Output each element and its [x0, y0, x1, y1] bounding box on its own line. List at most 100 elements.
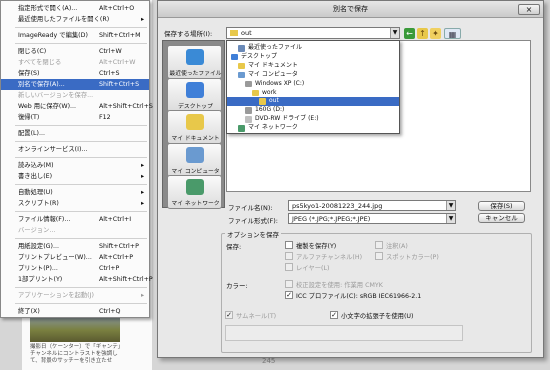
location-item-label: マイ コンピュータ — [248, 70, 298, 78]
menu-item[interactable]: アプリケーションを起動(J) ▸ — [1, 290, 149, 301]
place-recent-files[interactable]: 最近使ったファイル — [167, 45, 222, 79]
menu-item-label: 最近使用したファイルを開く(R) — [18, 16, 110, 23]
save-copy-checkbox[interactable] — [285, 241, 293, 249]
location-item-label: 160G (D:) — [255, 106, 285, 114]
thumbnail-checkbox[interactable]: ✓ — [225, 311, 233, 319]
menu-item[interactable]: 閉じる(C) Ctrl+W — [1, 46, 149, 57]
menu-item[interactable]: 自動処理(U) ▸ — [1, 187, 149, 198]
menu-item-shortcut: Alt+Shift+Ctrl+P — [99, 276, 153, 283]
document-caption: 撮影日（ケーンター）で「ギャンテ」チャンネルにコントラストを強調して、背景のサッ… — [30, 344, 124, 364]
proof-setup-label: 校正設定を使用: 作業用 CMYK — [296, 282, 383, 289]
menu-separator — [15, 238, 147, 239]
menu-item[interactable]: 読み込み(M) ▸ — [1, 160, 149, 171]
menu-item-label: スクリプト(R) — [18, 200, 59, 207]
location-item[interactable]: 160G (D:) — [227, 106, 399, 115]
recent-files-icon — [186, 49, 204, 65]
menu-item-shortcut: Ctrl+Q — [99, 308, 121, 315]
menu-item[interactable]: 書き出し(E) ▸ — [1, 171, 149, 182]
menu-item[interactable]: 新しいバージョンを保存... — [1, 90, 149, 101]
menu-item-label: 閉じる(C) — [18, 48, 47, 55]
menu-item-shortcut: Ctrl+W — [99, 48, 122, 55]
save-in-dropdown[interactable]: out ▼ — [226, 27, 400, 39]
menu-item-label: 1部プリント(Y) — [18, 276, 63, 283]
menu-item-shortcut: Alt+Ctrl+O — [99, 5, 135, 12]
new-folder-icon[interactable]: ✦ — [430, 28, 441, 39]
chevron-right-icon: ▸ — [141, 16, 145, 23]
menu-item[interactable]: 終了(X) Ctrl+Q — [1, 306, 149, 317]
annotations-checkbox[interactable] — [375, 241, 383, 249]
menu-item[interactable]: ファイル情報(F)... Alt+Ctrl+I — [1, 214, 149, 225]
menu-item[interactable]: 1部プリント(Y) Alt+Shift+Ctrl+P — [1, 274, 153, 285]
menu-item-label: すべてを閉じる — [18, 59, 62, 66]
layers-checkbox[interactable] — [285, 263, 293, 271]
place-my-documents[interactable]: マイ ドキュメント — [167, 110, 222, 144]
close-button[interactable]: × — [518, 4, 540, 15]
location-item[interactable]: マイ ドキュメント — [227, 62, 399, 71]
menu-item[interactable]: ImageReady で編集(D) Shift+Ctrl+M — [1, 30, 149, 41]
location-item[interactable]: マイ コンピュータ — [227, 71, 399, 80]
up-folder-icon[interactable]: ↑ — [417, 28, 428, 39]
view-menu-icon[interactable]: ▦ — [444, 28, 461, 39]
proof-setup-checkbox[interactable] — [285, 280, 293, 288]
icc-profile-checkbox[interactable]: ✓ — [285, 291, 293, 299]
menu-item[interactable]: Web 用に保存(W)... Alt+Shift+Ctrl+S — [1, 101, 153, 112]
location-dropdown-list: 最近使ったファイルデスクトップ マイ ドキュメント マイ コンピュータ Windows… — [226, 40, 400, 134]
place-my-network[interactable]: マイ ネットワーク — [167, 175, 222, 209]
place-desktop[interactable]: デスクトップ — [167, 77, 222, 112]
menu-item[interactable]: プリントプレビュー(W)... Alt+Ctrl+P — [1, 252, 149, 263]
menu-item-label: プリントプレビュー(W)... — [18, 254, 92, 261]
menu-item-label: 配置(L)... — [18, 130, 46, 137]
menu-item[interactable]: 保存(S) Ctrl+S — [1, 68, 149, 79]
folder-icon — [230, 30, 238, 36]
menu-item[interactable]: オンラインサービス(I)... — [1, 144, 149, 155]
folder-icon — [238, 71, 245, 79]
menu-item-label: 別名で保存(A)... — [18, 81, 65, 88]
my-documents-icon — [186, 114, 204, 130]
lowercase-extension-checkbox[interactable]: ✓ — [330, 311, 338, 319]
menu-item[interactable]: 配置(L)... — [1, 128, 149, 139]
menu-separator — [15, 43, 147, 44]
location-item[interactable]: Windows XP (C:) — [227, 80, 399, 89]
menu-item[interactable]: 別名で保存(A)... Shift+Ctrl+S — [1, 79, 149, 90]
menu-item[interactable]: 復帰(T) F12 — [1, 112, 149, 123]
place-label: 最近使ったファイル — [169, 71, 222, 77]
filename-input[interactable]: ps5kyo1-20081223_244.jpg ▼ — [288, 200, 456, 211]
spot-colors-checkbox[interactable] — [375, 252, 383, 260]
menu-item[interactable]: プリント(P)... Ctrl+P — [1, 263, 149, 274]
menu-item-label: アプリケーションを起動(J) — [18, 292, 94, 299]
save-copy-label: 複製を保存(Y) — [296, 243, 337, 250]
location-item[interactable]: DVD-RW ドライブ (E:) — [227, 115, 399, 124]
menu-item[interactable]: すべてを閉じる Alt+Ctrl+W — [1, 57, 149, 68]
menu-item[interactable]: 最近使用したファイルを開く(R) ▸ — [1, 14, 149, 25]
lowercase-extension-label: 小文字の拡張子を使用(U) — [341, 313, 414, 320]
menu-item-label: 保存(S) — [18, 70, 40, 77]
location-item[interactable]: 最近使ったファイル — [227, 44, 399, 53]
menu-item-label: Web 用に保存(W)... — [18, 103, 77, 110]
spot-colors-label: スポットカラー(P) — [386, 254, 439, 261]
back-icon[interactable]: ← — [404, 28, 415, 39]
dialog-title: 別名で保存 — [158, 1, 543, 18]
location-item-label: 最近使ったファイル — [248, 44, 303, 51]
location-item[interactable]: work — [227, 89, 399, 98]
filetype-value: JPEG (*.JPG;*.JPEG;*.JPE) — [292, 215, 371, 223]
place-label: マイ コンピュータ — [171, 168, 220, 175]
menu-separator — [15, 27, 147, 28]
cancel-button[interactable]: キャンセル — [478, 213, 525, 223]
menu-separator — [15, 141, 147, 142]
place-my-computer[interactable]: マイ コンピュータ — [167, 142, 222, 177]
alpha-channels-checkbox[interactable] — [285, 252, 293, 260]
location-item[interactable]: デスクトップ — [227, 53, 399, 62]
menu-item-shortcut: Shift+Ctrl+M — [99, 32, 141, 39]
menu-item-label: 読み込み(M) — [18, 162, 54, 169]
menu-separator — [15, 211, 147, 212]
location-item[interactable]: out — [227, 97, 399, 106]
menu-item[interactable]: 指定形式で開く(A)... Alt+Ctrl+O — [1, 3, 149, 14]
save-button[interactable]: 保存(S) — [478, 201, 525, 211]
location-item[interactable]: マイ ネットワーク — [227, 124, 399, 133]
menu-item[interactable]: バージョン... — [1, 225, 149, 236]
filetype-select[interactable]: JPEG (*.JPG;*.JPEG;*.JPE) ▼ — [288, 213, 456, 224]
menu-item[interactable]: 用紙設定(G)... Shift+Ctrl+P — [1, 241, 149, 252]
layers-label: レイヤー(L) — [296, 265, 330, 272]
filename-label: ファイル名(N): — [228, 204, 273, 212]
menu-item[interactable]: スクリプト(R) ▸ — [1, 198, 149, 209]
